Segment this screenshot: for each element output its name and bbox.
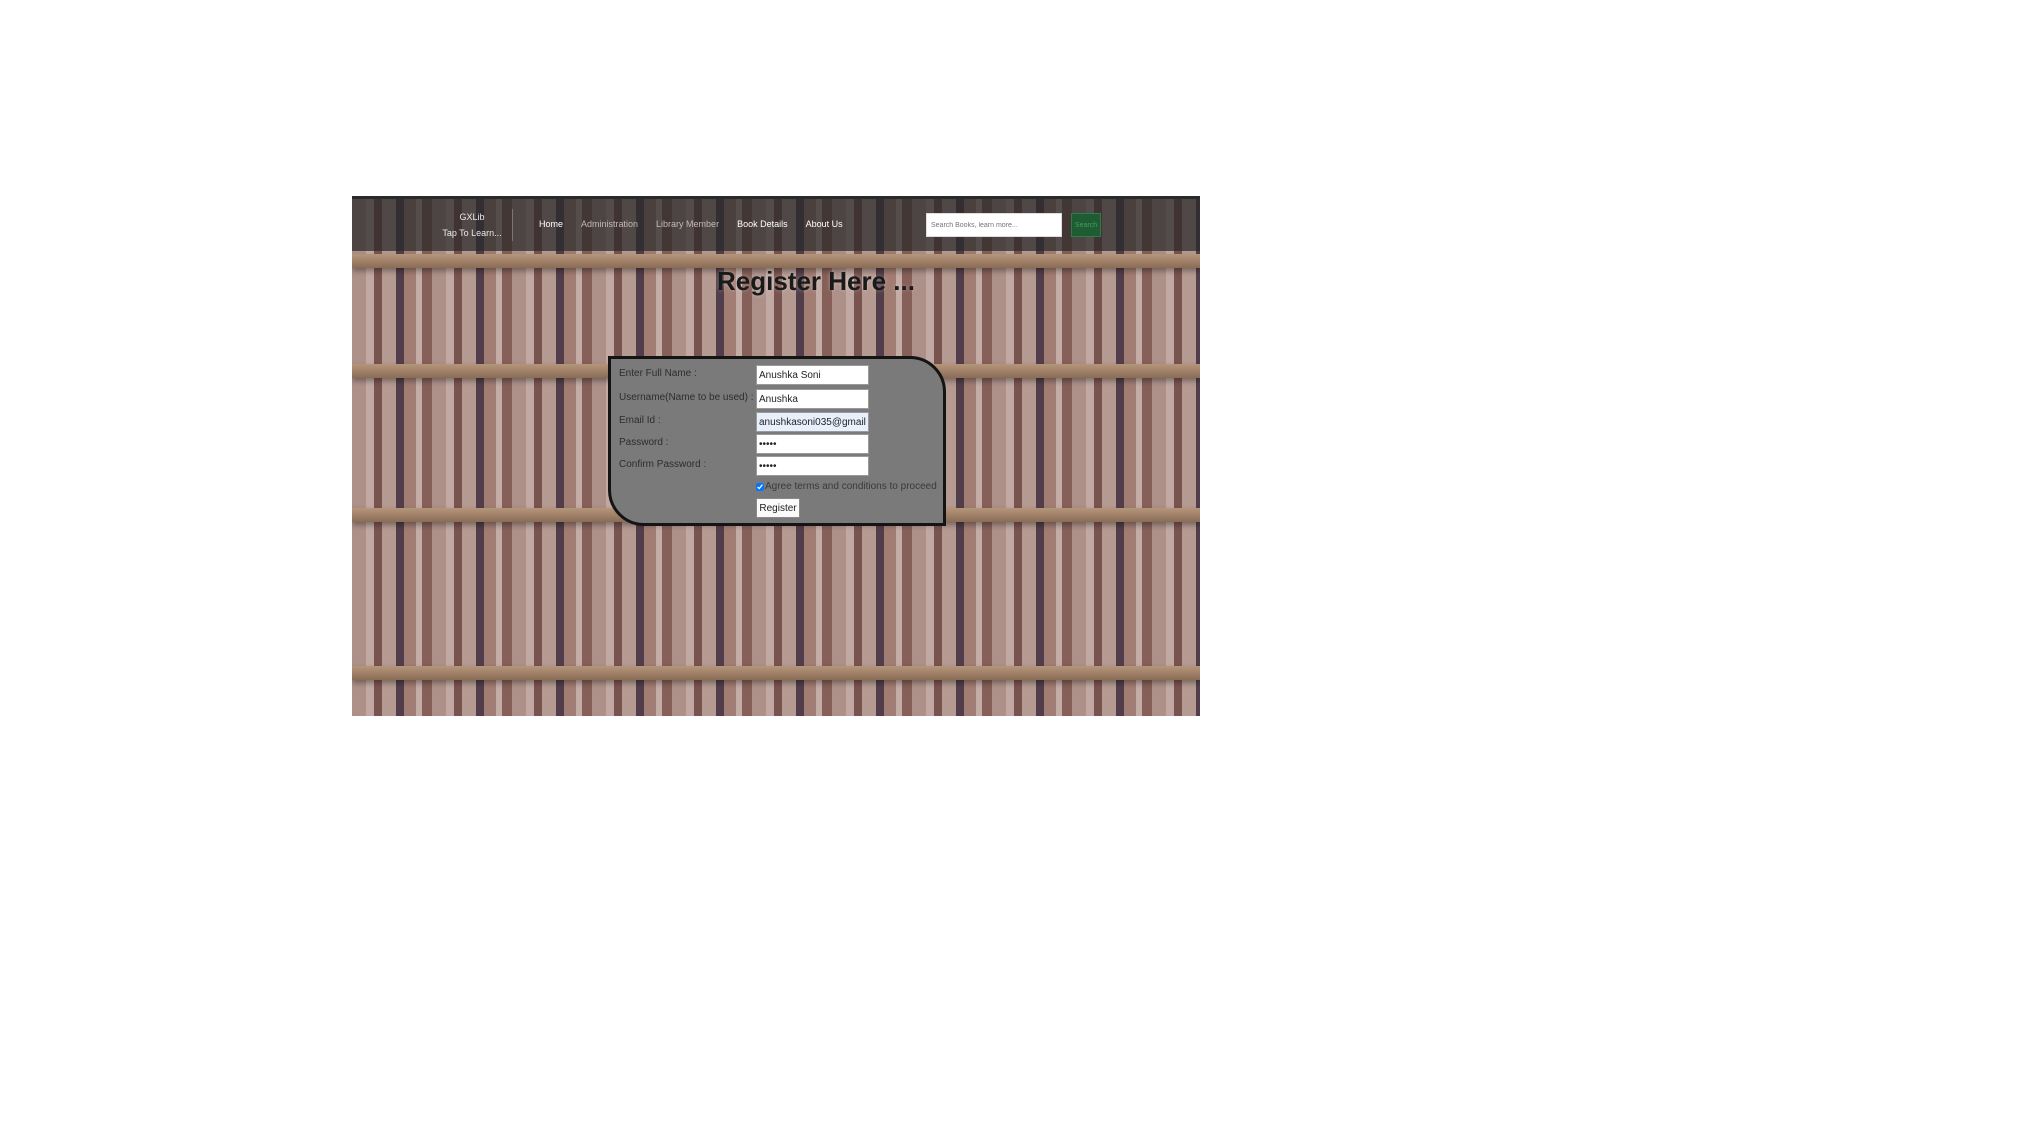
search-input[interactable] (926, 213, 1062, 237)
form-row-full-name: Enter Full Name : (619, 365, 939, 387)
nav-link-home[interactable]: Home (539, 219, 563, 229)
nav-link-administration[interactable]: Administration (581, 219, 638, 229)
register-button[interactable]: Register (756, 498, 800, 518)
nav-link-book-details[interactable]: Book Details (737, 219, 788, 229)
brand-logo[interactable]: GXLib Tap To Learn... (436, 209, 513, 241)
brand-tagline: Tap To Learn... (442, 228, 502, 238)
form-row-username: Username(Name to be used) : (619, 389, 939, 411)
nav-menu: Home Administration Library Member Book … (539, 219, 843, 229)
password-input[interactable] (756, 434, 869, 454)
shelf-divider (352, 666, 1200, 680)
username-label: Username(Name to be used) : (619, 392, 754, 403)
terms-checkbox[interactable] (756, 482, 764, 491)
top-navbar: GXLib Tap To Learn... Home Administratio… (352, 196, 1200, 251)
form-row-confirm-password: Confirm Password : (619, 456, 939, 478)
confirm-password-input[interactable] (756, 456, 869, 476)
confirm-password-label: Confirm Password : (619, 459, 707, 470)
form-row-password: Password : (619, 434, 939, 456)
username-input[interactable] (756, 389, 869, 409)
password-label: Password : (619, 437, 669, 448)
search-button[interactable]: Search (1071, 213, 1101, 237)
app-screenshot: GXLib Tap To Learn... Home Administratio… (352, 196, 1200, 716)
nav-link-library-member[interactable]: Library Member (656, 219, 719, 229)
full-name-input[interactable] (756, 365, 869, 385)
nav-link-about-us[interactable]: About Us (806, 219, 843, 229)
email-input[interactable] (756, 412, 869, 432)
page-title: Register Here ... (717, 266, 915, 296)
terms-row: Agree terms and conditions to proceed (756, 481, 937, 492)
full-name-label: Enter Full Name : (619, 368, 697, 379)
registration-form: Enter Full Name : Username(Name to be us… (608, 356, 946, 526)
terms-label: Agree terms and conditions to proceed (765, 481, 937, 492)
form-row-email: Email Id : (619, 412, 939, 434)
email-label: Email Id : (619, 415, 661, 426)
brand-name: GXLib (459, 212, 485, 222)
